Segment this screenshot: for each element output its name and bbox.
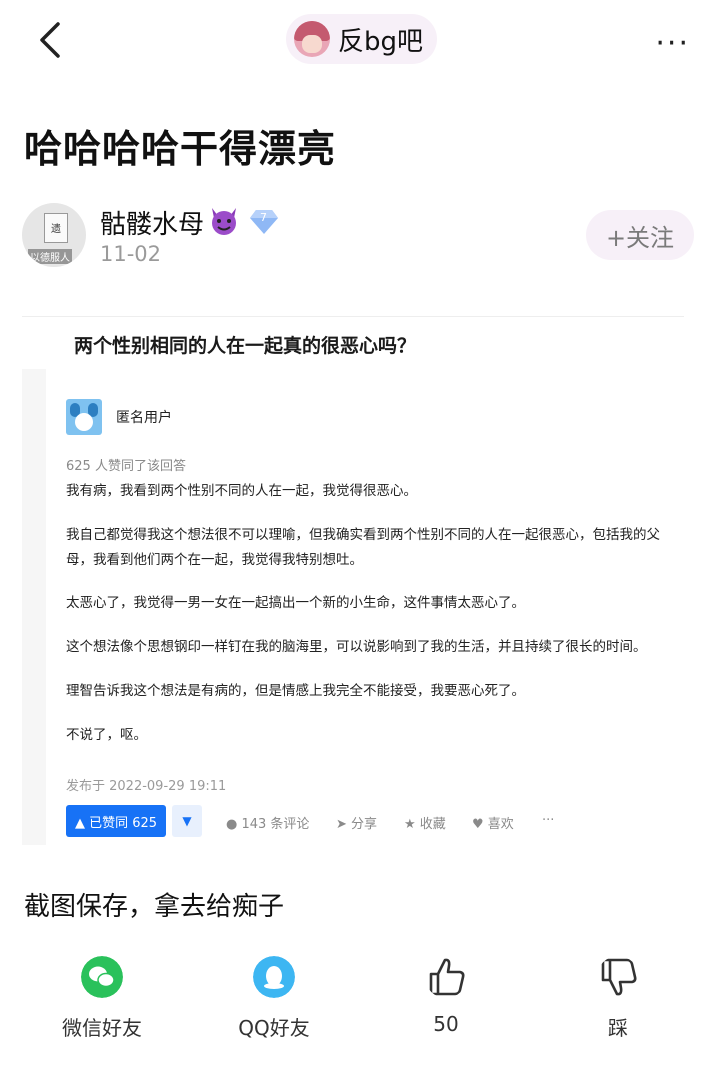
more-menu-button[interactable]: ··· — [655, 26, 690, 61]
like-action: ♥ 喜欢 — [472, 817, 514, 832]
dislike-button[interactable]: 踩 — [548, 956, 688, 1041]
thumbs-up-icon — [429, 958, 465, 996]
wechat-icon — [81, 956, 123, 998]
forum-avatar — [294, 21, 330, 57]
like-label: 喜欢 — [487, 817, 514, 832]
answer-paragraph: 理智告诉我这个想法是有病的，但是情感上我完全不能接受，我要恶心死了。 — [66, 683, 525, 699]
chevron-left-icon — [40, 22, 60, 58]
forum-pill[interactable]: 反bg吧 — [286, 14, 438, 64]
like-count: 50 — [433, 1012, 459, 1036]
question-title: 两个性别相同的人在一起真的很恶心吗？ — [74, 335, 417, 357]
level-number: 7 — [260, 211, 267, 224]
likes-line: 625 人赞同了该回答 — [66, 459, 186, 474]
post-date: 11-02 — [100, 242, 162, 266]
avatar-caption: 以德服人 — [28, 249, 72, 264]
answer-paragraph: 我自己都觉得我这个想法很不可以理喻，但我确实看到两个性别不同的人在一起很恶心，包… — [66, 527, 660, 568]
qq-label: QQ好友 — [238, 1016, 310, 1040]
answerer-name: 匿名用户 — [116, 410, 172, 426]
post-title: 哈哈哈哈干得漂亮 — [24, 127, 337, 171]
author-name[interactable]: 骷髅水母 — [100, 204, 204, 241]
share-action: ➤ 分享 — [336, 817, 378, 832]
share-qq-button[interactable]: QQ好友 — [204, 956, 344, 1041]
answer-paragraph: 太恶心了，我觉得一男一女在一起搞出一个新的小生命，这件事情太恶心了。 — [66, 595, 525, 611]
answer-paragraph: 不说了，呕。 — [66, 727, 147, 743]
published-date: 发布于 2022-09-29 19:11 — [66, 779, 227, 794]
post-caption: 截图保存，拿去给痴子 — [24, 892, 285, 922]
qq-icon — [253, 956, 295, 998]
like-button[interactable]: 50 — [376, 956, 516, 1036]
screenshot-more: ··· — [542, 813, 555, 828]
answer-paragraph: 这个想法像个思想钢印一样钉在我的脑海里，可以说影响到了我的生活，并且持续了很长的… — [66, 639, 647, 655]
avatar-sign-text: 遗 — [51, 224, 61, 235]
embedded-screenshot: 两个性别相同的人在一起真的很恶心吗？ 匿名用户 625 人赞同了该回答 我有病，… — [22, 316, 684, 845]
comments-count: 143 条评论 — [241, 817, 310, 832]
screenshot-sidebar — [22, 369, 46, 845]
forum-name: 反bg吧 — [338, 26, 424, 57]
anonymous-user-icon — [66, 399, 102, 435]
agree-button: ▲ 已赞同 625 — [66, 805, 166, 837]
favorite-action: ★ 收藏 — [404, 817, 446, 832]
share-wechat-button[interactable]: 微信好友 — [32, 956, 172, 1041]
back-button[interactable] — [36, 20, 64, 60]
follow-button[interactable]: +关注 — [586, 210, 694, 260]
top-bar: 反bg吧 ··· — [0, 0, 720, 80]
disagree-button: ▼ — [172, 805, 202, 837]
author-avatar[interactable]: 遗 以德服人 — [22, 203, 86, 267]
favorite-label: 收藏 — [419, 817, 446, 832]
answer-paragraph: 我有病，我看到两个性别不同的人在一起，我觉得很恶心。 — [66, 483, 417, 499]
share-label: 分享 — [351, 817, 378, 832]
thumbs-down-icon — [601, 958, 637, 996]
wechat-label: 微信好友 — [62, 1016, 142, 1040]
dislike-label: 踩 — [608, 1016, 628, 1040]
devil-emoji-icon — [212, 208, 236, 235]
comments-action: ● 143 条评论 — [226, 817, 310, 832]
